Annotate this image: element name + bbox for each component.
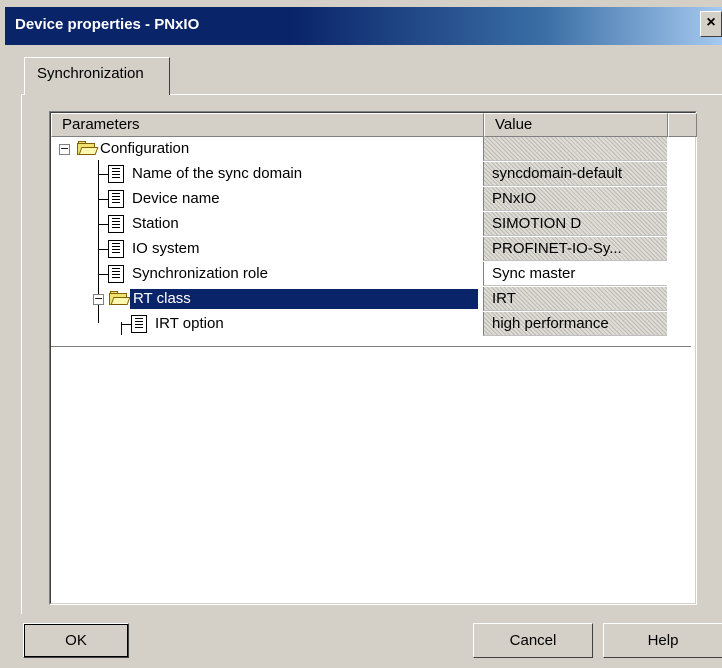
row-value: PNxIO xyxy=(483,187,667,211)
table-row[interactable]: − Configuration xyxy=(51,137,691,162)
tree-line xyxy=(121,324,131,325)
help-button[interactable]: Help xyxy=(603,623,722,658)
row-label: IO system xyxy=(132,240,200,257)
tree-line xyxy=(98,249,108,250)
table-inner: Parameters Value − Configuration Name of… xyxy=(50,112,697,604)
column-header-parameters[interactable]: Parameters xyxy=(51,113,484,137)
tree-line xyxy=(98,224,108,225)
document-icon xyxy=(108,215,124,233)
row-label: Name of the sync domain xyxy=(132,165,303,182)
document-icon xyxy=(108,165,124,183)
table-body: − Configuration Name of the sync domain xyxy=(51,137,691,347)
table-row[interactable]: IRT option high performance xyxy=(51,312,691,337)
row-label: Device name xyxy=(132,190,220,207)
table-row[interactable]: Station SIMOTION D xyxy=(51,212,691,237)
row-value: syncdomain-default xyxy=(483,162,667,186)
table-row[interactable]: Name of the sync domain syncdomain-defau… xyxy=(51,162,691,187)
table-row[interactable]: IO system PROFINET-IO-Sy... xyxy=(51,237,691,262)
row-value: SIMOTION D xyxy=(483,212,667,236)
device-properties-dialog: Device properties - PNxIO × Synchronizat… xyxy=(0,0,722,668)
row-label: Station xyxy=(132,215,179,232)
cancel-button[interactable]: Cancel xyxy=(473,623,593,658)
row-value: high performance xyxy=(483,312,667,336)
row-label-selected: RT class xyxy=(130,289,478,309)
tab-label: Synchronization xyxy=(37,65,144,82)
table-row[interactable]: Synchronization role Sync master xyxy=(51,262,691,287)
document-icon xyxy=(108,240,124,258)
row-label: Configuration xyxy=(100,140,190,157)
row-value[interactable]: Sync master xyxy=(483,262,667,286)
title-bar[interactable]: Device properties - PNxIO xyxy=(5,7,722,45)
table-header: Parameters Value xyxy=(51,113,697,137)
collapse-icon[interactable]: − xyxy=(59,143,70,155)
tree-line xyxy=(98,274,108,275)
folder-icon xyxy=(109,291,131,306)
parameters-table[interactable]: Parameters Value − Configuration Name of… xyxy=(49,111,697,605)
close-icon: × xyxy=(706,14,716,31)
row-value: PROFINET-IO-Sy... xyxy=(483,237,667,261)
row-value: IRT xyxy=(483,287,667,311)
document-icon xyxy=(108,265,124,283)
close-button[interactable]: × xyxy=(700,11,722,37)
row-label: IRT option xyxy=(155,315,224,332)
tab-synchronization[interactable]: Synchronization xyxy=(24,57,170,95)
tree-line xyxy=(98,174,108,175)
window-title: Device properties - PNxIO xyxy=(15,16,200,33)
table-row[interactable]: − RT class IRT xyxy=(51,287,691,312)
row-label: Synchronization role xyxy=(132,265,268,282)
document-icon xyxy=(108,190,124,208)
document-icon xyxy=(131,315,147,333)
folder-icon xyxy=(77,141,99,156)
collapse-icon[interactable]: − xyxy=(93,293,104,305)
row-value xyxy=(483,137,667,161)
table-row[interactable]: Device name PNxIO xyxy=(51,187,691,212)
ok-button[interactable]: OK xyxy=(23,623,129,658)
column-header-filler xyxy=(668,113,697,137)
tree-line xyxy=(98,199,108,200)
column-header-value[interactable]: Value xyxy=(484,113,668,137)
